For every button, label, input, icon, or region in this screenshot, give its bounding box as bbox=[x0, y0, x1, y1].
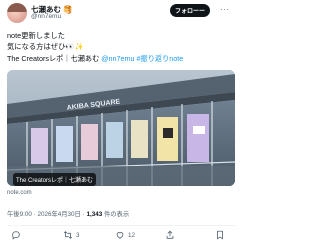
card-domain[interactable]: note.com bbox=[7, 190, 32, 196]
card-overlay-label: The Creatorsレポ｜七瀬あむ bbox=[13, 173, 97, 186]
pancake-emoji: 🥞 bbox=[63, 5, 73, 14]
link-card[interactable]: The Creatorsレポ｜七瀬あむ @nn7emu #振り返りnote AK… bbox=[7, 54, 235, 196]
share-icon bbox=[166, 230, 174, 239]
building-photo: AKIBA SQUARE bbox=[7, 70, 235, 186]
card-title: The Creatorsレポ｜七瀬あむ @nn7emu #振り返りnote bbox=[7, 54, 235, 64]
retweet-button[interactable]: 3 bbox=[63, 230, 80, 240]
reply-icon bbox=[12, 231, 20, 240]
share-button[interactable] bbox=[165, 230, 178, 240]
more-options-icon[interactable]: ··· bbox=[220, 5, 230, 14]
retweet-icon bbox=[63, 231, 73, 239]
tweet-text: note更新しました 気になる方はぜひ👀✨ bbox=[7, 30, 84, 52]
card-hashtag[interactable]: #振り返りnote bbox=[135, 54, 184, 63]
heart-icon bbox=[116, 232, 124, 239]
like-button[interactable]: 12 bbox=[115, 230, 135, 240]
view-count: 1,343 bbox=[86, 211, 103, 218]
view-count-label: 件の表示 bbox=[102, 211, 130, 218]
like-count: 12 bbox=[128, 231, 136, 239]
retweet-count: 3 bbox=[76, 231, 80, 239]
user-handle[interactable]: @nn7emu bbox=[31, 13, 61, 20]
avatar[interactable] bbox=[7, 3, 27, 23]
card-image[interactable]: AKIBA SQUARE The Creatorsレポ｜七瀬あむ bbox=[7, 70, 235, 186]
card-title-text: The Creatorsレポ｜七瀬あむ bbox=[7, 54, 102, 63]
tweet-meta: 午後9:00 · 2026年4月30日 · 1,343 件の表示 bbox=[7, 209, 129, 218]
follow-button[interactable]: フォローー bbox=[170, 4, 210, 17]
divider bbox=[7, 225, 235, 226]
reply-button[interactable] bbox=[11, 230, 24, 240]
bookmark-icon bbox=[217, 230, 223, 240]
tweet-line-1: note更新しました bbox=[7, 31, 65, 40]
card-handle-link[interactable]: @nn7emu bbox=[101, 54, 134, 63]
bookmark-button[interactable] bbox=[215, 230, 228, 240]
tweet-timestamp[interactable]: 午後9:00 · 2026年4月30日 · bbox=[7, 211, 86, 218]
tweet-line-2: 気になる方はぜひ👀✨ bbox=[7, 42, 84, 51]
action-bar: 3 12 bbox=[7, 230, 235, 244]
